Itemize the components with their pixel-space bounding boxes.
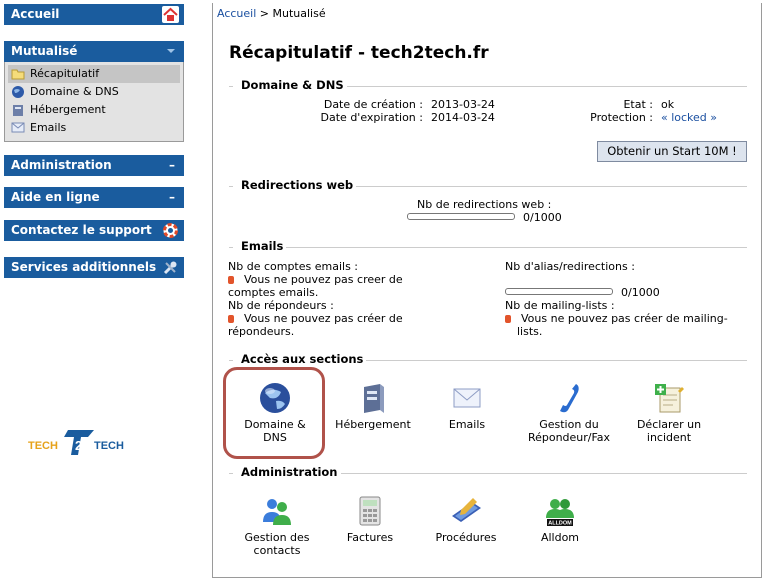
server-icon [364, 384, 384, 413]
lifebuoy-icon [163, 223, 178, 238]
svg-text:TECH: TECH [94, 440, 124, 452]
start10m-button[interactable]: Obtenir un Start 10M ! [597, 141, 747, 162]
sidebar-administration[interactable]: Administration – [4, 155, 184, 176]
svg-text:TECH: TECH [28, 440, 58, 452]
section-hebergement-link[interactable]: Hébergement [323, 381, 423, 431]
sidebar-item-recapitulatif[interactable]: Récapitulatif [8, 65, 180, 83]
envelope-icon [453, 388, 481, 408]
incident-icon [655, 384, 684, 413]
section-redirections: Redirections web [229, 178, 747, 192]
section-incident-link[interactable]: Déclarer un incident [619, 381, 719, 444]
admin-alldom-link[interactable]: ALLDOM Alldom [510, 494, 610, 544]
globe-icon [12, 86, 24, 98]
protection-link[interactable]: « locked » [661, 111, 717, 124]
sidebar-item-hebergement[interactable]: Hébergement [8, 101, 180, 119]
sidebar-mutualise-section: Mutualisé Récapitulatif Domaine & DNS Hé… [4, 41, 184, 142]
collapse-icon [167, 49, 175, 53]
collapse-minus-icon: – [169, 158, 175, 172]
section-repondeur-link[interactable]: Gestion du Répondeur/Fax [513, 381, 625, 444]
creation-date: 2013-03-24 [431, 98, 495, 111]
sidebar-contact[interactable]: Contactez le support [4, 220, 184, 241]
alias-progress [505, 288, 613, 295]
sidebar-item-domaine-dns[interactable]: Domaine & DNS [8, 83, 180, 101]
admin-factures-link[interactable]: Factures [320, 494, 420, 544]
status-dot-icon [505, 315, 511, 323]
sidebar-aide[interactable]: Aide en ligne – [4, 187, 184, 208]
procedures-icon [452, 498, 481, 522]
breadcrumb-home-link[interactable]: Accueil [217, 7, 256, 20]
svg-text:2: 2 [75, 438, 82, 453]
admin-contacts-link[interactable]: Gestion des contacts [227, 494, 327, 557]
status-dot-icon [228, 315, 234, 323]
collapse-minus-icon: – [169, 190, 175, 204]
contacts-icon [263, 499, 291, 525]
calculator-icon [359, 496, 381, 526]
status-value: ok [661, 98, 675, 111]
server-icon [13, 105, 23, 116]
expiration-date: 2014-03-24 [431, 111, 495, 124]
sidebar-mutualise[interactable]: Mutualisé [4, 41, 184, 62]
admin-procedures-link[interactable]: Procédures [416, 494, 516, 544]
globe-icon [260, 383, 290, 413]
svg-text:ALLDOM: ALLDOM [548, 521, 572, 527]
tools-icon [163, 261, 177, 275]
sidebar-accueil[interactable]: Accueil [4, 4, 184, 25]
tech2tech-logo: TECH 2 TECH [28, 430, 124, 455]
section-emails: Emails [229, 239, 747, 253]
phone-icon [560, 384, 579, 413]
section-emails-link[interactable]: Emails [417, 381, 517, 431]
status-dot-icon [228, 276, 234, 284]
breadcrumb: Accueil > Mutualisé [217, 7, 326, 20]
section-domaine-dns: Domaine & DNS [229, 78, 747, 92]
page-title: Récapitulatif - tech2tech.fr [229, 43, 489, 63]
redirections-progress [407, 213, 515, 220]
sidebar-item-emails[interactable]: Emails [8, 119, 180, 137]
folder-icon [11, 69, 25, 80]
alldom-icon: ALLDOM [546, 499, 574, 527]
home-icon [162, 6, 179, 23]
main-panel: Accueil > Mutualisé Récapitulatif - tech… [212, 3, 762, 578]
section-acces: Accès aux sections [229, 352, 747, 366]
sidebar-services[interactable]: Services additionnels [4, 257, 184, 278]
envelope-icon [11, 122, 25, 133]
section-domaine-dns-link[interactable]: Domaine & DNS [225, 381, 325, 444]
sidebar: Accueil [4, 4, 184, 25]
section-administration: Administration [229, 465, 747, 479]
